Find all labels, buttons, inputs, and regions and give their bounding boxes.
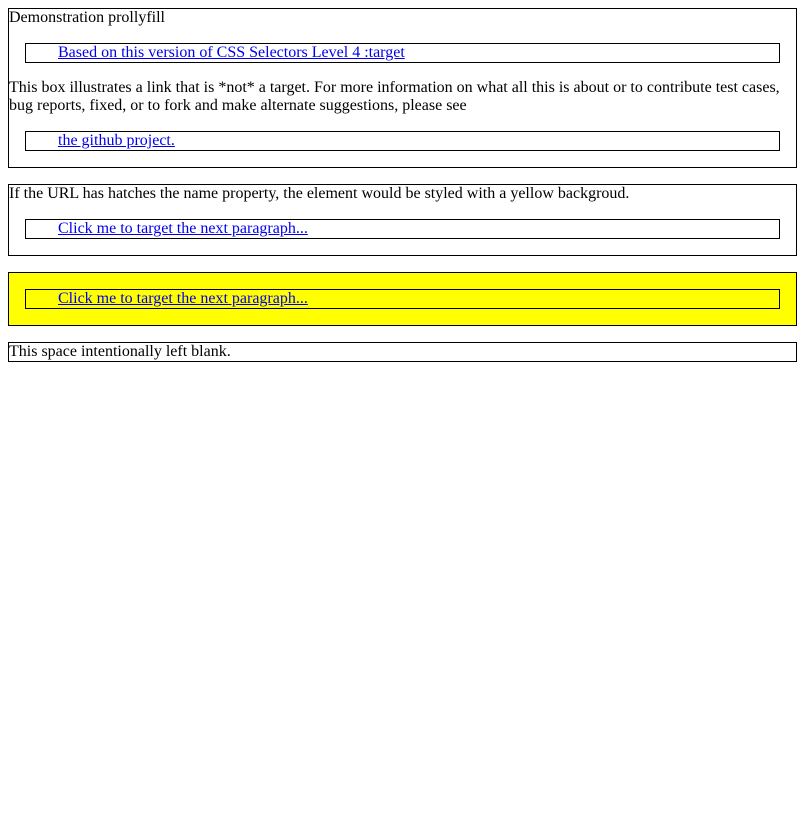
targeted-yellow-box: Click me to target the next paragraph... — [8, 272, 797, 326]
spec-link-box: Based on this version of CSS Selectors L… — [25, 43, 780, 63]
blank-space-text: This space intentionally left blank. — [9, 343, 231, 360]
url-explanation-text: If the URL has hatches the name property… — [9, 185, 630, 202]
github-link-box: the github project. — [25, 131, 780, 151]
demo-prollyfill-box: Demonstration prollyfill Based on this v… — [8, 8, 797, 168]
yellow-target-link-box: Click me to target the next paragraph... — [25, 289, 780, 309]
spec-link[interactable]: Based on this version of CSS Selectors L… — [58, 44, 405, 61]
demo-description: This box illustrates a link that is *not… — [9, 79, 780, 114]
github-project-link[interactable]: the github project. — [58, 132, 175, 149]
blank-space-box: This space intentionally left blank. — [8, 342, 797, 362]
target-link-box: Click me to target the next paragraph... — [25, 219, 780, 239]
demo-title: Demonstration prollyfill — [9, 9, 165, 26]
target-next-paragraph-link[interactable]: Click me to target the next paragraph... — [58, 220, 308, 237]
url-explanation-box: If the URL has hatches the name property… — [8, 184, 797, 256]
yellow-target-next-paragraph-link[interactable]: Click me to target the next paragraph... — [58, 290, 308, 307]
page: Demonstration prollyfill Based on this v… — [0, 0, 807, 362]
